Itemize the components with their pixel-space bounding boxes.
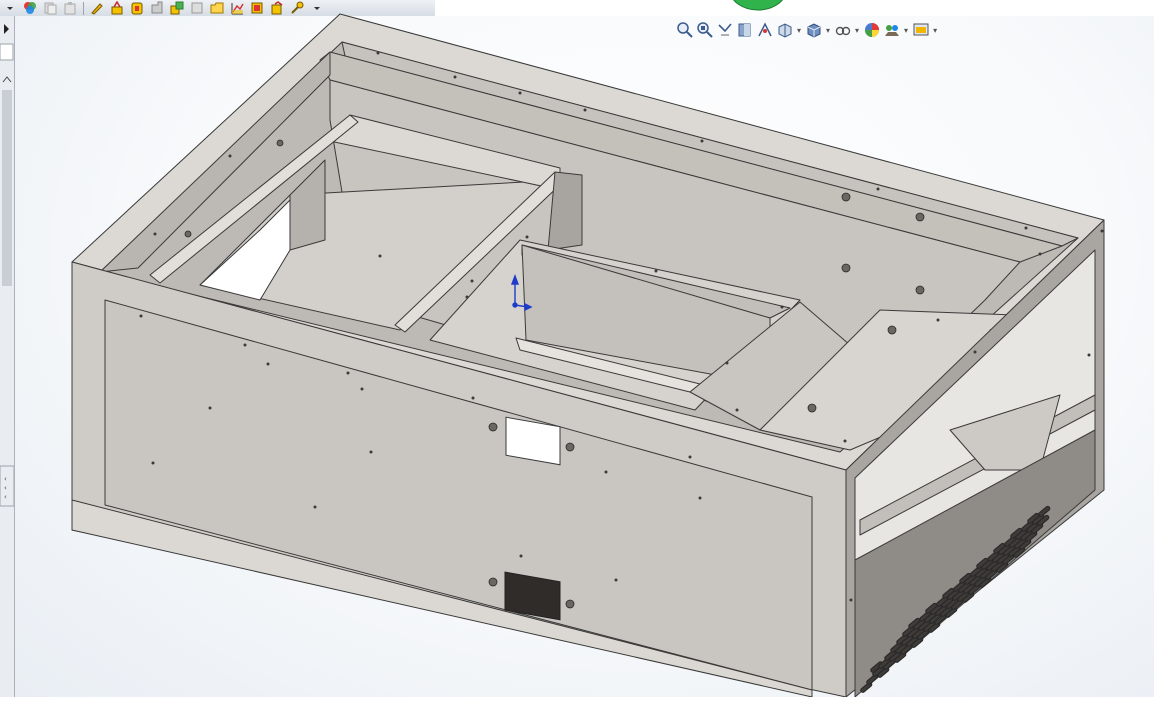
sheet-metal-enclosure-model[interactable]	[0, 0, 1154, 697]
